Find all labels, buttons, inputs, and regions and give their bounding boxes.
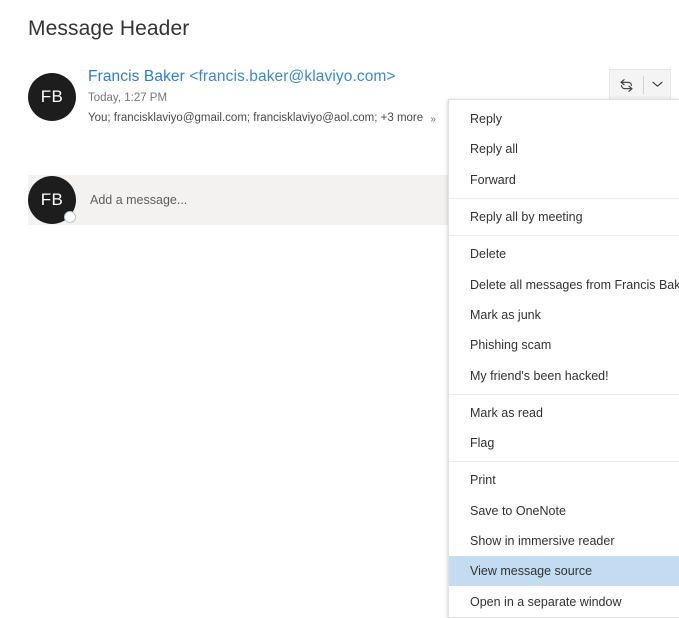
- menu-item-show-in-immersive-reader[interactable]: Show in immersive reader: [449, 526, 679, 556]
- menu-item-phishing-scam[interactable]: Phishing scam: [449, 330, 679, 360]
- menu-item-flag[interactable]: Flag: [449, 428, 679, 458]
- menu-item-label: Phishing scam: [470, 338, 551, 352]
- menu-item-label: Print: [470, 473, 496, 487]
- avatar[interactable]: FB: [28, 73, 76, 121]
- reply-split-button[interactable]: [609, 69, 671, 101]
- reply-all-button[interactable]: [610, 70, 643, 100]
- menu-item-label: My friend's been hacked!: [470, 369, 609, 383]
- menu-item-print[interactable]: Print: [449, 465, 679, 495]
- menu-item-delete-all-messages-from-francis-baker[interactable]: Delete all messages from Francis Baker: [449, 269, 679, 299]
- menu-item-label: Reply all by meeting: [470, 210, 583, 224]
- menu-separator: [449, 198, 679, 199]
- menu-item-label: Flag: [470, 436, 494, 450]
- menu-separator: [449, 394, 679, 395]
- menu-item-label: Save to OneNote: [470, 504, 566, 518]
- sender-line[interactable]: Francis Baker <francis.baker@klaviyo.com…: [88, 66, 619, 88]
- menu-item-label: Reply all: [470, 142, 518, 156]
- menu-separator: [449, 235, 679, 236]
- page-title: Message Header: [28, 15, 189, 43]
- menu-item-reply-all-by-meeting[interactable]: Reply all by meeting: [449, 202, 679, 232]
- compose-avatar-initials: FB: [41, 190, 64, 210]
- sender-email[interactable]: <francis.baker@klaviyo.com>: [189, 68, 395, 85]
- menu-item-mark-as-read[interactable]: Mark as read: [449, 398, 679, 428]
- menu-item-delete[interactable]: Delete: [449, 239, 679, 269]
- recipients-text: You; francisklaviyo@gmail.com; franciskl…: [88, 112, 423, 124]
- menu-item-mark-as-junk[interactable]: Mark as junk: [449, 300, 679, 330]
- menu-item-save-to-onenote[interactable]: Save to OneNote: [449, 496, 679, 526]
- reply-options-button[interactable]: [644, 70, 670, 100]
- menu-item-label: Open in a separate window: [470, 595, 621, 609]
- menu-item-forward[interactable]: Forward: [449, 165, 679, 195]
- menu-separator: [449, 461, 679, 462]
- menu-item-label: Mark as junk: [470, 308, 541, 322]
- menu-item-label: View message source: [470, 564, 592, 578]
- menu-item-label: Delete: [470, 247, 506, 261]
- sender-name[interactable]: Francis Baker: [88, 68, 185, 85]
- menu-item-label: Mark as read: [470, 406, 543, 420]
- menu-item-open-in-a-separate-window[interactable]: Open in a separate window: [449, 586, 679, 616]
- menu-item-view-message-source[interactable]: View message source: [449, 556, 679, 586]
- menu-item-reply-all[interactable]: Reply all: [449, 134, 679, 164]
- menu-item-reply[interactable]: Reply: [449, 104, 679, 134]
- add-message-input[interactable]: Add a message...: [90, 175, 187, 225]
- context-menu[interactable]: Reply Reply all Forward Reply all by meetin…: [448, 99, 679, 618]
- presence-indicator-icon: [64, 211, 76, 223]
- avatar-initials: FB: [41, 87, 64, 107]
- chevron-double-down-icon[interactable]: »: [430, 111, 436, 128]
- menu-item-my-friend-s-been-hacked[interactable]: My friend's been hacked!: [449, 360, 679, 390]
- menu-item-label: Reply: [470, 112, 502, 126]
- menu-item-label: Show in immersive reader: [470, 534, 615, 548]
- reply-all-icon: [618, 77, 635, 94]
- chevron-down-icon: [652, 79, 663, 91]
- menu-item-label: Forward: [470, 173, 516, 187]
- menu-item-label: Delete all messages from Francis Baker: [470, 278, 679, 292]
